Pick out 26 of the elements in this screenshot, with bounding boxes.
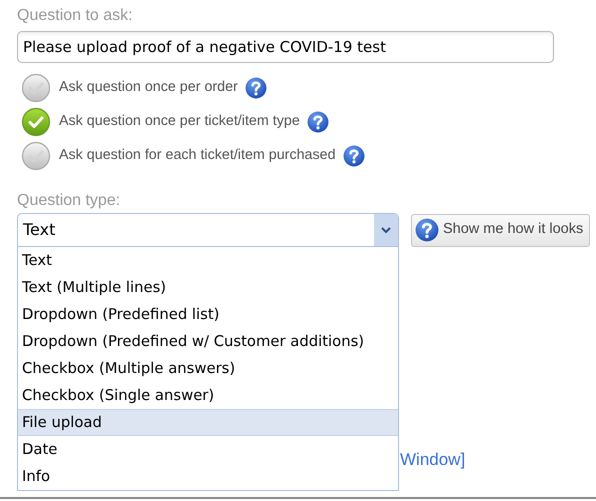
dropdown-option[interactable]: Checkbox (Single answer) bbox=[18, 382, 398, 409]
dropdown-option[interactable]: Dropdown (Predefined w/ Customer additions) bbox=[18, 328, 398, 355]
radio-button[interactable] bbox=[21, 141, 51, 171]
dropdown-option[interactable]: Date bbox=[18, 436, 398, 463]
help-icon[interactable] bbox=[342, 145, 365, 167]
type-select[interactable]: Text bbox=[17, 213, 399, 247]
window-link[interactable]: Window] bbox=[400, 447, 466, 472]
option-label: Ask question once per ticket/item type bbox=[59, 112, 300, 132]
dropdown-option[interactable]: File upload bbox=[18, 409, 398, 436]
caret-icon bbox=[381, 226, 391, 234]
radio-button[interactable] bbox=[21, 107, 51, 137]
field-label: Question type: bbox=[17, 191, 120, 211]
help-icon[interactable] bbox=[244, 77, 267, 99]
question-input[interactable]: Please upload proof of a negative COVID-19 test bbox=[17, 31, 554, 63]
field-label: Question to ask: bbox=[17, 6, 133, 26]
dropdown-option[interactable]: Info bbox=[18, 463, 398, 490]
dropdown-option[interactable]: Text bbox=[18, 247, 398, 274]
radio-button[interactable] bbox=[21, 73, 51, 103]
option-label: Ask question for each ticket/item purchased bbox=[59, 146, 336, 166]
option-label: Ask question once per order bbox=[59, 78, 238, 98]
preview-button[interactable]: Show me how it looks bbox=[411, 214, 590, 246]
dropdown-option[interactable]: Dropdown (Predefined list) bbox=[18, 301, 398, 328]
dropdown-option[interactable]: Checkbox (Multiple answers) bbox=[18, 355, 398, 382]
dropdown-option[interactable]: Text (Multiple lines) bbox=[18, 274, 398, 301]
help-icon[interactable] bbox=[306, 111, 329, 133]
help-icon[interactable] bbox=[415, 218, 439, 242]
